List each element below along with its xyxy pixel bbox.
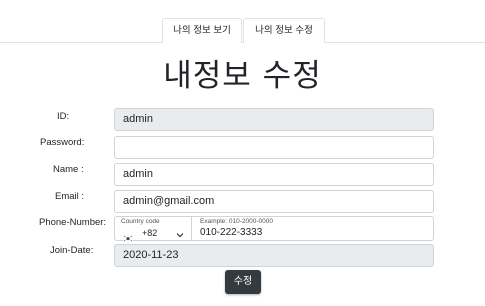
id-field: admin <box>114 108 434 131</box>
email-label: Email : <box>55 191 85 202</box>
name-field[interactable]: admin <box>114 163 434 186</box>
join-date-label: Join-Date: <box>50 245 94 256</box>
tab-edit-info[interactable]: 나의 정보 수정 <box>243 18 325 44</box>
country-code-value: +82 <box>142 228 158 238</box>
phone-input-group: Country code +82 Example: 010-2000-0000 … <box>114 216 434 243</box>
name-label: Name : <box>53 164 84 175</box>
password-field[interactable] <box>114 136 434 159</box>
phone-hint: Example: 010-2000-0000 <box>200 218 273 225</box>
tab-view-info[interactable]: 나의 정보 보기 <box>162 18 242 43</box>
join-date-field: 2020-11-23 <box>114 244 434 267</box>
password-label: Password: <box>40 137 85 148</box>
email-field[interactable]: admin@gmail.com <box>114 190 434 213</box>
page-title: 내정보 수정 <box>163 58 322 94</box>
phone-label: Phone-Number: <box>39 217 107 228</box>
south-korea-flag-icon <box>122 229 134 243</box>
id-label: ID: <box>57 111 70 122</box>
chevron-down-icon <box>176 226 184 238</box>
phone-number-input[interactable]: 010-222-3333 <box>200 227 262 238</box>
submit-button[interactable]: 수정 <box>225 270 261 294</box>
country-code-select[interactable]: Country code +82 <box>115 217 192 243</box>
country-code-label: Country code <box>121 218 160 225</box>
